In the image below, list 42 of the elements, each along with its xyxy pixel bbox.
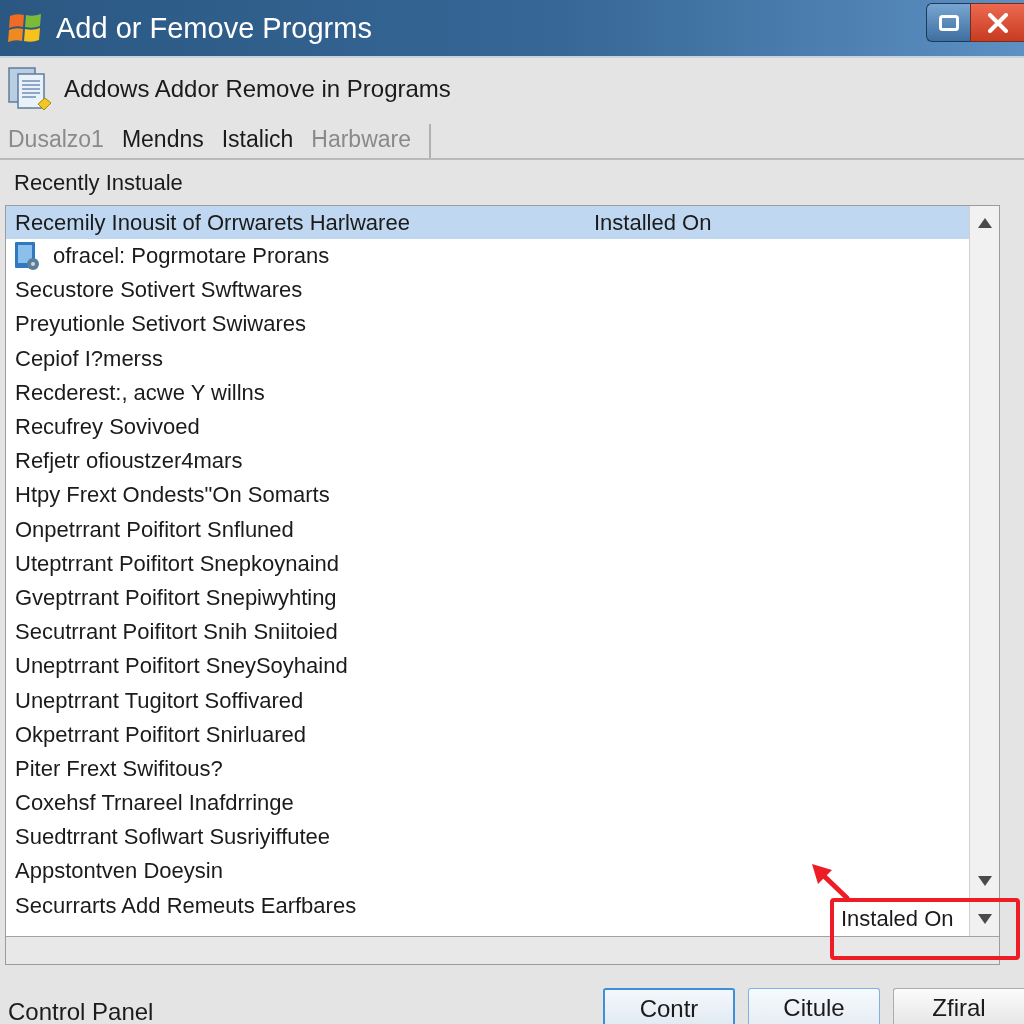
flag-icon xyxy=(8,11,42,45)
status-text: Control Panel xyxy=(8,997,154,1024)
program-name[interactable]: Secustore Sotivert Swftwares xyxy=(15,277,303,304)
program-name[interactable]: Htpy Frext Ondests"On Somarts xyxy=(15,482,330,509)
program-icon xyxy=(15,242,39,271)
program-name[interactable]: Secutrrant Poifitort Snih Sniitoied xyxy=(15,619,338,646)
dialog-button[interactable]: Zfiral xyxy=(893,988,1024,1024)
close-button[interactable] xyxy=(970,3,1024,42)
section-label: Recently Instuale xyxy=(14,169,183,196)
program-name[interactable]: Suedtrrant Soflwart Susriyiffutee xyxy=(15,824,331,851)
window-title: Add or Femove Progrms xyxy=(56,11,372,45)
tab[interactable]: Mendns xyxy=(121,125,204,153)
documents-icon xyxy=(8,66,52,112)
program-name[interactable]: Appstontven Doeysin xyxy=(15,858,223,885)
program-name[interactable]: Okpetrrant Poifitort Snirluared xyxy=(15,721,307,748)
program-name[interactable]: Recufrey Sovivoed xyxy=(15,414,200,441)
column-header[interactable]: Recemily Inousit of Orrwarets Harlwaree xyxy=(6,209,594,236)
scroll-up-icon[interactable] xyxy=(977,217,992,228)
program-name[interactable]: Uneptrrant Tugitort Soffivared xyxy=(15,687,304,714)
maximize-icon xyxy=(938,14,959,31)
page-heading: Addows Addor Remove in Programs xyxy=(64,75,451,103)
close-icon xyxy=(987,12,1008,33)
program-name[interactable]: Onpetrrant Poifitort Snfluned xyxy=(15,516,294,543)
program-name[interactable]: Securrarts Add Remeuts Earfbares xyxy=(15,892,357,919)
program-name[interactable]: Recderest:, acwe Y willns xyxy=(15,379,265,406)
program-name[interactable]: Piter Frext Swifitous? xyxy=(15,755,223,782)
program-name[interactable]: Uneptrrant Poifitort SneySoyhaind xyxy=(15,653,348,680)
program-name[interactable]: ofracel: Pogrmotare Prorans xyxy=(53,243,330,270)
dialog-button[interactable]: Contr xyxy=(603,988,735,1024)
program-name[interactable]: Gveptrrant Poifitort Snepiwyhting xyxy=(15,584,337,611)
program-name[interactable]: Uteptrrant Poifitort Snepkoynaind xyxy=(15,550,340,577)
maximize-button[interactable] xyxy=(926,3,970,42)
column-header[interactable]: Installed On xyxy=(594,209,712,236)
annotation-arrow xyxy=(810,862,850,900)
program-name[interactable]: Cepiof I?merss xyxy=(15,345,163,372)
program-name[interactable]: Refjetr ofioustzer4mars xyxy=(15,448,243,475)
program-name[interactable]: Preyutionle Setivort Swiwares xyxy=(15,311,306,338)
scroll-down-icon[interactable] xyxy=(977,876,992,886)
dialog-button[interactable]: Citule xyxy=(748,988,880,1024)
caret-icon xyxy=(977,914,992,924)
tab[interactable]: Istalich xyxy=(221,125,294,153)
program-name[interactable]: Coxehsf Trnareel Inafdrringe xyxy=(15,790,294,817)
